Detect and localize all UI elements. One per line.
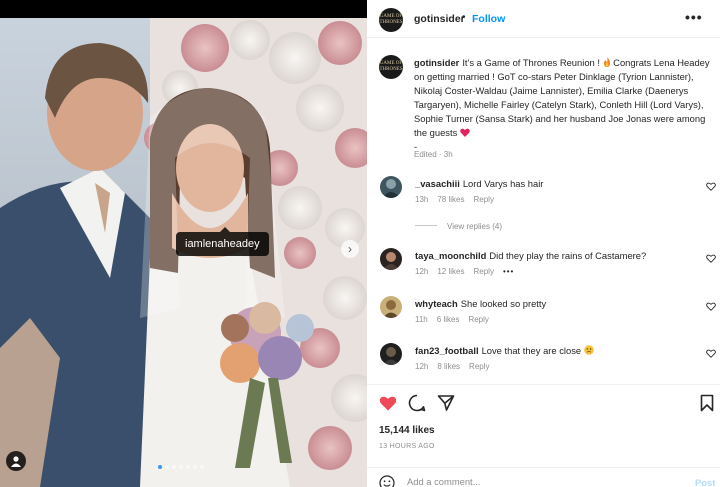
post-caption: gotinsider It's a Game of Thrones Reunion…: [414, 56, 710, 154]
account-avatar[interactable]: GAME OF THRONES: [379, 8, 403, 32]
comment-meta: 12h 8 likes Reply: [415, 362, 490, 371]
comment-username[interactable]: whyteach: [415, 298, 458, 309]
heart-outline-icon[interactable]: [706, 182, 716, 191]
caption-text-part2: Congrats Lena Headey on getting married …: [414, 57, 710, 138]
reply-button[interactable]: Reply: [469, 362, 489, 371]
caption-username[interactable]: gotinsider: [414, 57, 459, 68]
comment-username[interactable]: taya_moonchild: [415, 250, 486, 261]
like-heart-icon[interactable]: [379, 394, 397, 412]
comment-icon[interactable]: [408, 394, 426, 412]
account-username[interactable]: gotinsider: [414, 13, 465, 25]
next-photo-button[interactable]: ›: [341, 240, 359, 258]
carousel-dot: [193, 465, 197, 469]
emoji-picker-icon[interactable]: [379, 475, 395, 487]
comment-likes[interactable]: 6 likes: [437, 315, 460, 324]
comment-likes[interactable]: 78 likes: [437, 195, 464, 204]
comment-time[interactable]: 12h: [415, 362, 428, 371]
commenter-avatar[interactable]: [380, 343, 402, 365]
comment-meta: 11h 6 likes Reply: [415, 315, 489, 324]
carousel-indicator: [158, 465, 204, 469]
crying-face-emoji-icon: [583, 345, 594, 355]
carousel-dot: [186, 465, 190, 469]
comment-time[interactable]: 12h: [415, 267, 428, 276]
comment-text: fan23_football Love that they are close: [415, 345, 594, 356]
comment-time[interactable]: 11h: [415, 315, 428, 324]
comment-body: She looked so pretty: [460, 298, 547, 309]
instagram-post-modal: iamlenaheadey › GAME OF THRONES gotinsid…: [0, 0, 720, 487]
tagged-users-button[interactable]: [6, 451, 26, 471]
carousel-dot: [172, 465, 176, 469]
post-timestamp: 13 HOURS AGO: [379, 443, 435, 450]
comment-username[interactable]: _vasachiii: [415, 178, 460, 189]
comment-item: whyteach She looked so pretty 11h 6 likes…: [367, 296, 720, 346]
comment-text: taya_moonchild Did they play the rains of…: [415, 250, 646, 261]
fire-emoji-icon: [603, 57, 610, 67]
comment-meta: 12h 12 likes Reply •••: [415, 267, 514, 276]
comment-username[interactable]: fan23_football: [415, 345, 479, 356]
comment-meta: 13h 78 likes Reply: [415, 195, 494, 204]
caption-avatar[interactable]: GAME OF THRONES: [379, 55, 403, 79]
comment-item: taya_moonchild Did they play the rains of…: [367, 248, 720, 298]
commenter-avatar[interactable]: [380, 296, 402, 318]
header-separator: •: [462, 12, 466, 23]
comment-text: whyteach She looked so pretty: [415, 298, 546, 309]
heart-outline-icon[interactable]: [706, 349, 716, 358]
save-bookmark-icon[interactable]: [698, 394, 716, 412]
post-comment-button[interactable]: Post: [695, 477, 715, 487]
caption-edited-time: Edited · 3h: [414, 150, 453, 159]
person-icon: [11, 456, 21, 467]
reply-button[interactable]: Reply: [473, 267, 493, 276]
heart-outline-icon[interactable]: [706, 302, 716, 311]
carousel-dot: [165, 465, 169, 469]
carousel-dot: [158, 465, 162, 469]
comment-time[interactable]: 13h: [415, 195, 428, 204]
post-photo[interactable]: iamlenaheadey ›: [0, 18, 367, 487]
comment-body: Did they play the rains of Castamere?: [489, 250, 647, 261]
view-replies-button[interactable]: View replies (4): [415, 222, 502, 231]
more-options-button[interactable]: •••: [685, 9, 703, 25]
reply-button[interactable]: Reply: [468, 315, 488, 324]
comment-item: _vasachiii Lord Varys has hair 13h 78 lik…: [367, 176, 720, 226]
commenter-avatar[interactable]: [380, 248, 402, 270]
share-icon[interactable]: [437, 394, 455, 412]
red-heart-emoji-icon: [460, 128, 470, 137]
comment-options-button[interactable]: •••: [503, 267, 514, 276]
reply-button[interactable]: Reply: [473, 195, 493, 204]
carousel-dot: [179, 465, 183, 469]
likes-count[interactable]: 15,144 likes: [379, 425, 435, 436]
comment-text: _vasachiii Lord Varys has hair: [415, 178, 543, 189]
caption-text-part1: It's a Game of Thrones Reunion !: [462, 57, 603, 68]
avatar-logo-text: GAME OF THRONES: [379, 61, 403, 72]
post-header: GAME OF THRONES gotinsider • Follow •••: [367, 0, 720, 38]
avatar-logo-text: GAME OF THRONES: [379, 14, 403, 25]
carousel-dot: [200, 465, 204, 469]
commenter-avatar[interactable]: [380, 176, 402, 198]
comment-body: Lord Varys has hair: [462, 178, 544, 189]
post-actions: 15,144 likes 13 HOURS AGO Post: [367, 384, 720, 487]
comment-likes[interactable]: 12 likes: [437, 267, 464, 276]
post-details-panel: GAME OF THRONES gotinsider • Follow ••• …: [367, 0, 720, 487]
follow-button[interactable]: Follow: [472, 13, 505, 25]
heart-outline-icon[interactable]: [706, 254, 716, 263]
comment-body: Love that they are close: [481, 345, 582, 356]
add-comment-input[interactable]: [407, 476, 677, 487]
user-tag-label[interactable]: iamlenaheadey: [176, 227, 269, 256]
comment-likes[interactable]: 8 likes: [437, 362, 460, 371]
add-comment-row: Post: [367, 467, 720, 487]
